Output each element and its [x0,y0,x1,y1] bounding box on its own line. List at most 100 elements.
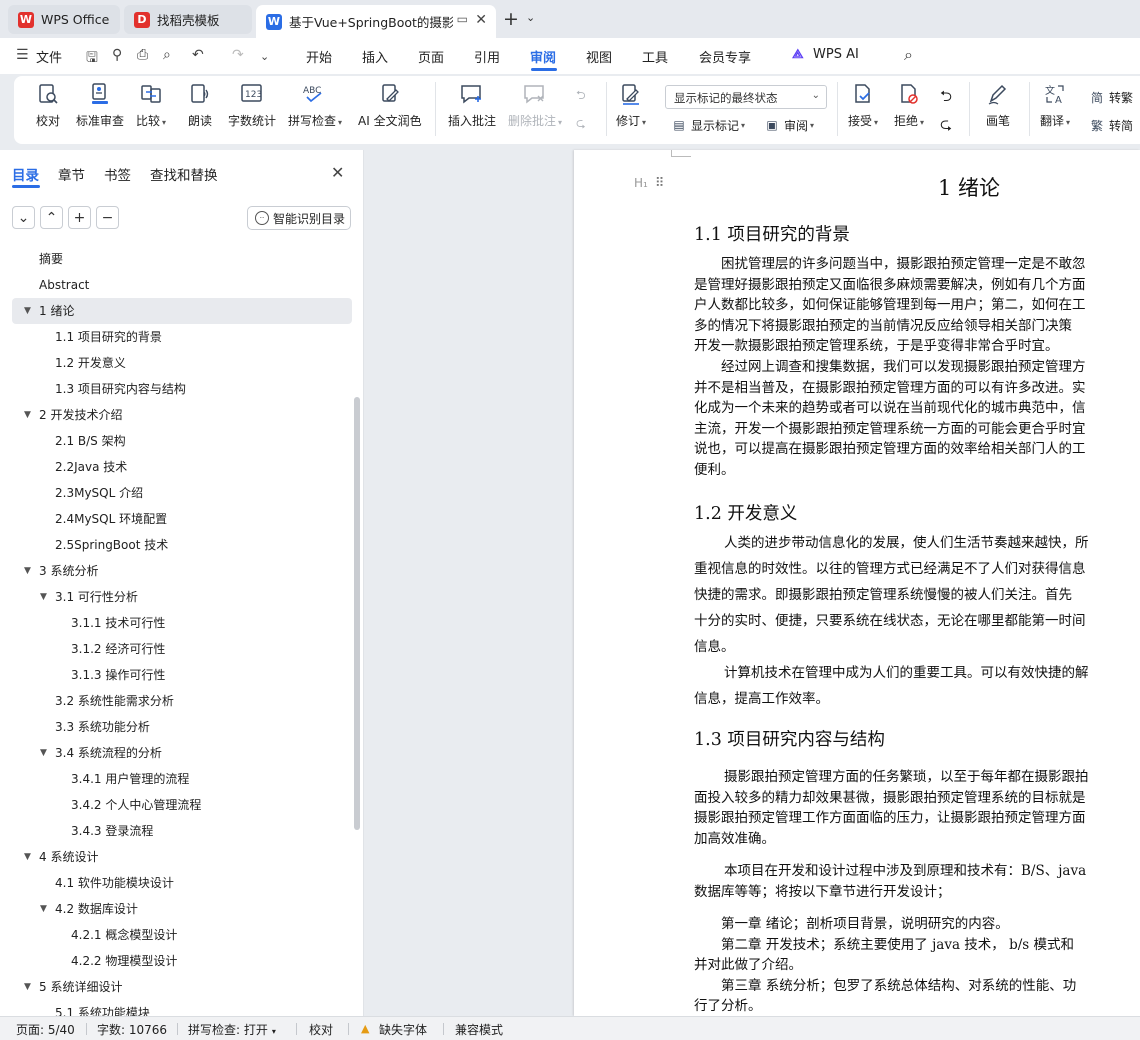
review-pane-button[interactable]: ▣ 审阅 ▾ [763,116,814,134]
toc-item[interactable]: Abstract [12,272,352,298]
nav-tab-sections[interactable]: 章节 [58,164,85,184]
word-count[interactable]: 字数: 10766 [97,1021,167,1038]
menu-view[interactable]: 视图 [586,47,612,66]
compat-mode-status[interactable]: 兼容模式 [455,1021,503,1038]
toc-toggle-icon[interactable]: ▼ [40,896,47,922]
menu-wps-ai[interactable]: WPS AI [813,47,859,62]
insert-comment-button[interactable]: 插入批注 [448,80,496,129]
to-simplified-button[interactable]: 繁转简 [1088,116,1133,134]
toc-item[interactable]: 3.1.1 技术可行性 [12,610,352,636]
toc-item[interactable]: 3.3 系统功能分析 [12,714,352,740]
next-comment-icon[interactable]: ⮎ [576,114,586,135]
toc-item[interactable]: ▼ 3.4 系统流程的分析 [12,740,352,766]
toc-item[interactable]: ▼ 4.2 数据库设计 [12,896,352,922]
undo-icon[interactable]: ↶ [192,47,204,63]
toc-item[interactable]: ▼ 2 开发技术介绍 [12,402,352,428]
drag-handle-icon[interactable]: ⠿ [655,176,664,191]
spell-check-status[interactable]: 拼写检查: 打开 ▾ [188,1021,276,1038]
menu-file[interactable]: 文件 [36,47,62,66]
smart-toc-button[interactable]: ·· 智能识别目录 [247,206,351,230]
missing-font-status[interactable]: 缺失字体 [379,1021,427,1038]
print-icon[interactable]: ⎙ [137,47,148,63]
toc-item[interactable]: 2.1 B/S 架构 [12,428,352,454]
menu-insert[interactable]: 插入 [362,47,388,66]
toc-toggle-icon[interactable]: ▼ [40,584,47,610]
redo-icon[interactable]: ↷ [232,47,244,63]
proofread-button[interactable]: 校对 [34,80,62,129]
print-preview-icon[interactable]: ⌕ [163,47,171,63]
compare-button[interactable]: 比较 ▾ [136,80,166,129]
toc-item[interactable]: 1.3 项目研究内容与结构 [12,376,352,402]
hamburger-icon[interactable]: ☰ [16,47,29,63]
tab-document[interactable]: W 基于Vue+SpringBoot的摄影 ▭ ✕ [256,5,496,38]
toc-item[interactable]: 4.2.1 概念模型设计 [12,922,352,948]
menu-page[interactable]: 页面 [418,47,444,66]
quick-access-dropdown-icon[interactable]: ⌄ [260,50,269,63]
spell-check-button[interactable]: ABC 拼写检查 ▾ [288,80,342,129]
menu-references[interactable]: 引用 [474,47,500,66]
monitor-icon[interactable]: ▭ [457,12,468,26]
word-count-button[interactable]: 123 字数统计 [228,80,276,129]
toc-item[interactable]: 1.1 项目研究的背景 [12,324,352,350]
close-pane-icon[interactable]: ✕ [331,163,344,182]
reject-button[interactable]: 拒绝 ▾ [894,80,924,129]
next-change-icon[interactable]: ⮎ [940,114,952,139]
nav-tab-bookmarks[interactable]: 书签 [104,164,131,184]
toc-item[interactable]: ▼ 3 系统分析 [12,558,352,584]
toc-item[interactable]: 摘要 [12,246,352,272]
revise-button[interactable]: 修订 ▾ [616,80,646,129]
toc-item[interactable]: 4.2.2 物理模型设计 [12,948,352,974]
previous-change-icon[interactable]: ⮌ [940,86,952,111]
menu-review[interactable]: 审阅 [530,47,556,66]
nav-tab-toc[interactable]: 目录 [12,164,39,184]
document-page[interactable]: H₁ ⠿ 1 绪论 1.1 项目研究的背景 困扰管理层的许多问题当中，摄影跟拍预定… [574,150,1140,1016]
toc-item[interactable]: 5.1 系统功能模块 [12,1000,352,1016]
toc-item[interactable]: ▼ 4 系统设计 [12,844,352,870]
proofread-status[interactable]: 校对 [309,1021,333,1038]
toc-item[interactable]: ▼ 5 系统详细设计 [12,974,352,1000]
link-icon[interactable]: ⚲ [112,47,122,63]
toc-item[interactable]: 2.3MySQL 介绍 [12,480,352,506]
markup-state-select[interactable]: 显示标记的最终状态 ⌄ [665,85,827,109]
delete-comment-button[interactable]: 删除批注 ▾ [508,80,562,129]
ai-polish-button[interactable]: AI 全文润色 [358,80,422,129]
previous-comment-icon[interactable]: ⮌ [576,86,586,107]
toc-item[interactable]: 3.4.1 用户管理的流程 [12,766,352,792]
to-traditional-button[interactable]: 简转繁 [1088,88,1133,106]
toc-item[interactable]: ▼ 3.1 可行性分析 [12,584,352,610]
menu-member[interactable]: 会员专享 [699,47,751,66]
menu-home[interactable]: 开始 [306,47,332,66]
toc-item[interactable]: 3.1.3 操作可行性 [12,662,352,688]
toc-item[interactable]: 3.2 系统性能需求分析 [12,688,352,714]
read-aloud-button[interactable]: 朗读 [186,80,214,129]
accept-button[interactable]: 接受 ▾ [848,80,878,129]
page-indicator[interactable]: 页面: 5/40 [16,1021,75,1038]
collapse-up-button[interactable]: ⌃ [40,206,63,229]
toc-toggle-icon[interactable]: ▼ [24,974,31,1000]
toc-item[interactable]: 1.2 开发意义 [12,350,352,376]
toc-scrollbar[interactable] [354,397,360,830]
pen-button[interactable]: 画笔 [984,80,1012,129]
heading-gutter[interactable]: H₁ ⠿ [634,176,664,191]
toc-toggle-icon[interactable]: ▼ [24,298,31,324]
expand-down-button[interactable]: ⌄ [12,206,35,229]
toc-toggle-icon[interactable]: ▼ [24,844,31,870]
toc-item[interactable]: 3.1.2 经济可行性 [12,636,352,662]
add-heading-button[interactable]: + [68,206,91,229]
new-tab-icon[interactable]: + [503,8,519,30]
toc-toggle-icon[interactable]: ▼ [40,740,47,766]
toc-item[interactable]: 2.4MySQL 环境配置 [12,506,352,532]
nav-tab-find-replace[interactable]: 查找和替换 [150,164,218,184]
standard-review-button[interactable]: 标准审查 [76,80,124,129]
save-icon[interactable]: 🖫 [86,47,98,71]
tab-docer-templates[interactable]: D 找稻壳模板 [124,5,252,34]
toc-item[interactable]: 3.4.2 个人中心管理流程 [12,792,352,818]
toc-item[interactable]: 4.1 软件功能模块设计 [12,870,352,896]
toc-item[interactable]: ▼ 1 绪论 [12,298,352,324]
menu-tools[interactable]: 工具 [642,47,668,66]
chevron-down-icon[interactable]: ⌄ [526,11,535,24]
wps-ai-icon[interactable]: ⟁ [792,47,804,62]
show-markup-button[interactable]: ▤ 显示标记 ▾ [670,116,745,134]
toc-toggle-icon[interactable]: ▼ [24,558,31,584]
remove-heading-button[interactable]: − [96,206,119,229]
